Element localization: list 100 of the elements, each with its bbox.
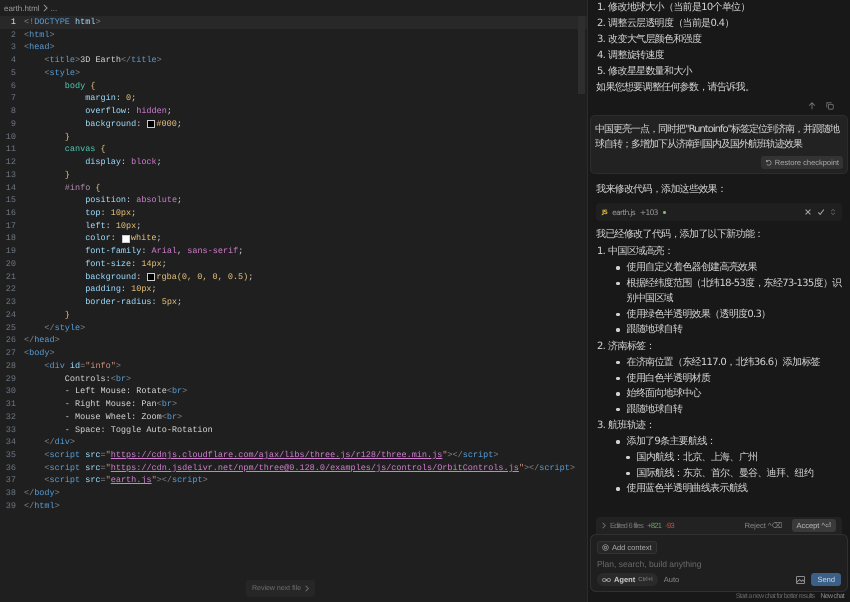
bullet-icon <box>616 392 620 396</box>
code-text: - Mouse Wheel: Zoom<br> <box>64 410 182 424</box>
line-number: 24 <box>4 308 16 322</box>
list-number: 1. <box>597 1 606 15</box>
list-item-text: 国内航线：北京、上海、广州 <box>636 450 758 465</box>
code-text: <style> <box>43 66 80 80</box>
code-text: <script src="https://cdn.jsdelivr.net/npm/three@0.128.0/examples/js/controls/OrbitControls.js"></script> <box>43 462 575 474</box>
list-item-text: 跟随地球自转 <box>626 322 684 338</box>
code-text: background: <box>84 118 142 131</box>
code-text: #000; <box>156 118 182 131</box>
code-text: font-family: Arial, sans-serif; <box>84 245 244 258</box>
list-number: 1. <box>597 245 606 259</box>
line-number: 18 <box>4 232 16 246</box>
line-number: 22 <box>4 283 16 296</box>
code-text: <head> <box>24 41 55 54</box>
code-text: overflow: hidden; <box>84 105 172 118</box>
bullet-icon <box>616 266 620 270</box>
code-text: rgba(0, 0, 0, 0.5); <box>156 270 254 284</box>
list-number: 4. <box>597 49 606 63</box>
code-text: white; <box>130 232 162 246</box>
line-number: 34 <box>4 436 16 449</box>
bullet-icon <box>616 440 620 444</box>
line-number: 31 <box>4 398 16 411</box>
line-number: 28 <box>4 360 16 373</box>
code-text: <script src="earth.js"></script> <box>43 474 208 488</box>
list-number: 2. <box>597 17 606 31</box>
line-number: 6 <box>10 80 16 92</box>
section-title: 航班轨迹： <box>608 418 655 434</box>
infinity-icon <box>602 576 611 582</box>
code-text: <script src="https://cdnjs.cloudflare.com/ajax/libs/three.js/r128/three.min.js"></script> <box>43 448 498 462</box>
line-number: 14 <box>4 182 16 194</box>
line-number: 26 <box>4 334 16 348</box>
list-item-text: 始终面向地球中心 <box>626 386 702 402</box>
line-number: 33 <box>4 424 16 436</box>
list-item-text: 调整旋转速度 <box>608 48 664 63</box>
user-message-text: 中国更亮一点，同时把"Runtoinfo"标签定位到济南，并跟随地球自转；多增加下从济南到国内及国外航班轨迹效果 <box>595 122 841 152</box>
copy-icon[interactable] <box>826 102 834 110</box>
code-text: } <box>64 130 70 144</box>
line-number: 20 <box>4 258 16 271</box>
section-title: 济南标签： <box>608 340 655 354</box>
list-number: 3. <box>597 419 606 434</box>
list-item-text: 修改星星数量和大小 <box>608 64 692 79</box>
line-number: 10 <box>4 130 16 144</box>
code-text: </div> <box>43 436 76 449</box>
code-text: - Right Mouse: Pan<br> <box>64 398 178 411</box>
prompt-input[interactable]: Plan, search, build anything <box>597 557 841 570</box>
line-number: 9 <box>10 118 16 131</box>
line-number: 27 <box>4 347 16 360</box>
code-text: <div id="info"> <box>43 360 121 373</box>
line-number: 3 <box>10 41 16 54</box>
line-number: 16 <box>4 207 16 220</box>
line-number: 37 <box>4 474 16 488</box>
code-text: border-radius: 5px; <box>84 296 182 309</box>
list-item-text: 使用白色半透明材质 <box>626 372 712 386</box>
code-text: <body> <box>24 347 55 360</box>
line-number: 1 <box>10 16 16 29</box>
code-text: <!DOCTYPE html> <box>24 16 101 29</box>
bullet-icon <box>626 472 630 476</box>
status-dot-icon <box>662 210 666 214</box>
code-text: </body> <box>24 487 60 500</box>
line-number: 7 <box>10 92 16 106</box>
code-text: } <box>64 168 70 182</box>
code-text: <html> <box>24 28 55 42</box>
list-item-text: 使用自定义着色器创建高亮效果 <box>626 260 758 275</box>
message-text: 我来修改代码，添加这些效果： <box>596 182 728 197</box>
bullet-icon <box>616 408 620 412</box>
section-title: 中国区域高亮： <box>608 244 674 259</box>
line-number: 21 <box>4 270 16 284</box>
code-text: </html> <box>24 500 60 513</box>
code-text: #info { <box>64 182 101 194</box>
line-number: 32 <box>4 410 16 424</box>
line-number: 23 <box>4 296 16 309</box>
arrow-up-icon[interactable] <box>808 102 816 110</box>
code-text: </style> <box>43 322 86 334</box>
code-text: padding: 10px; <box>84 283 157 296</box>
breadcrumb-item[interactable]: ... <box>50 4 58 12</box>
restore-icon <box>764 159 772 166</box>
code-text: - Left Mouse: Rotate<br> <box>64 385 188 398</box>
list-item-text: 修改地球大小（当前是10个单位） <box>608 0 750 15</box>
list-item-text: 使用绿色半透明效果（透明度0.3） <box>626 308 772 322</box>
bullet-icon <box>616 328 620 332</box>
code-text: canvas { <box>64 143 106 156</box>
line-number: 8 <box>10 105 16 118</box>
line-number: 12 <box>4 156 16 169</box>
breadcrumb-file[interactable]: earth.html <box>4 4 40 12</box>
code-text: display: block; <box>84 156 162 169</box>
line-number: 13 <box>4 168 16 182</box>
line-number: 11 <box>4 143 16 156</box>
line-number: 38 <box>4 487 16 500</box>
line-number: 15 <box>4 194 16 208</box>
up-down-icon[interactable] <box>830 208 836 216</box>
code-text: - Space: Toggle Auto-Rotation <box>64 424 213 436</box>
code-text: background: <box>84 270 142 284</box>
image-icon[interactable] <box>796 576 806 584</box>
code-text: left: 10px; <box>84 220 142 232</box>
check-icon[interactable] <box>817 208 825 216</box>
chevron-icon[interactable] <box>602 522 606 529</box>
bullet-icon <box>616 376 620 380</box>
close-icon[interactable] <box>804 208 812 216</box>
list-item-text: 改变大气层颜色和强度 <box>608 32 702 47</box>
